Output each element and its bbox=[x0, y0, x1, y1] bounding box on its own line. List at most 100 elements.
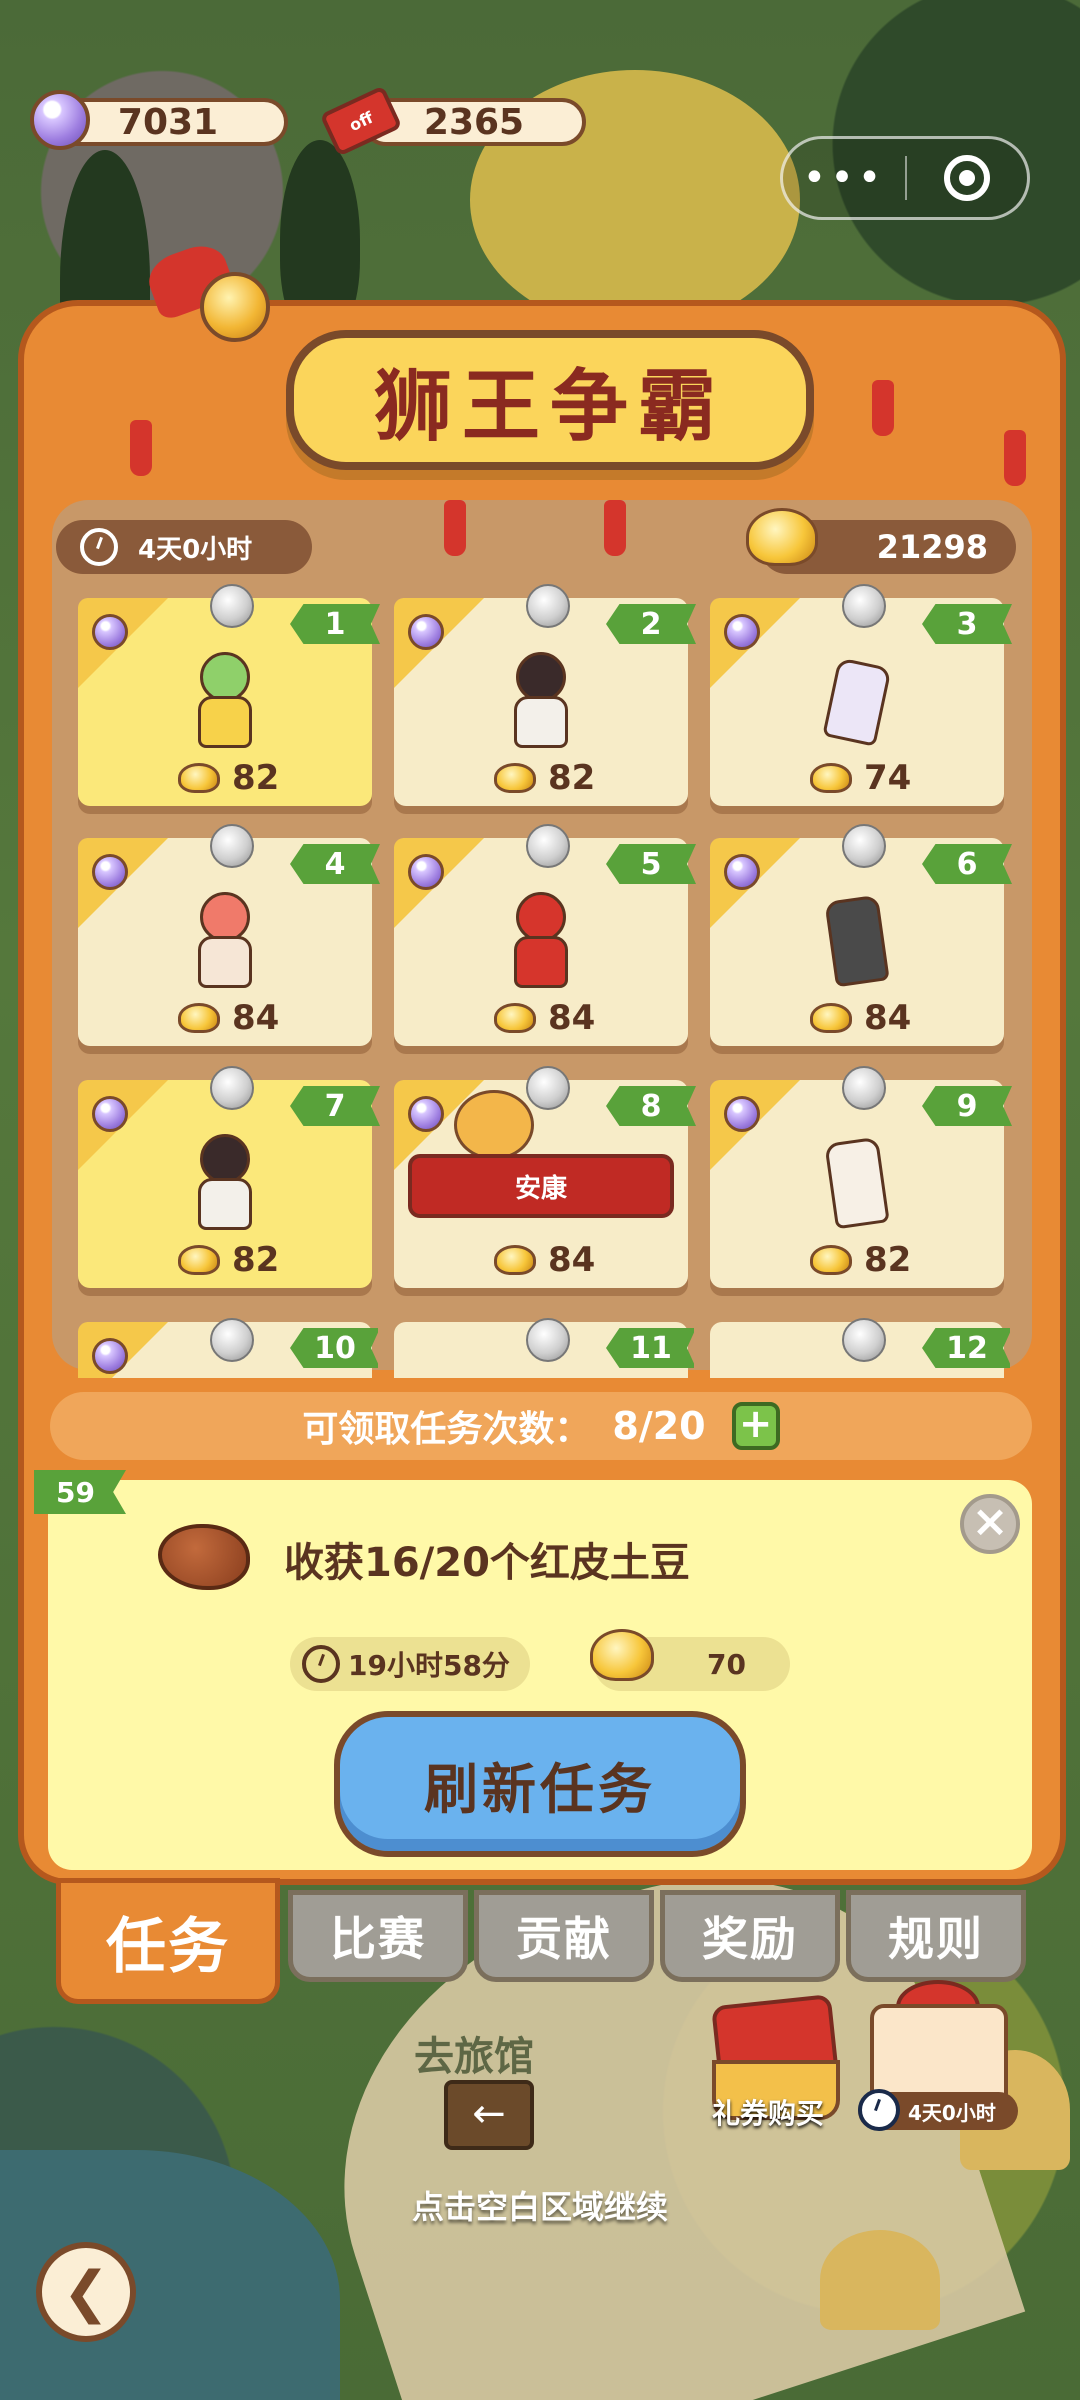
tab-rewards[interactable]: 奖励 bbox=[660, 1890, 840, 1982]
tab-rules[interactable]: 规则 bbox=[846, 1890, 1026, 1982]
tassel bbox=[604, 500, 626, 556]
card-reward-value: 82 bbox=[232, 758, 280, 798]
task-count-value: 8/20 bbox=[612, 1404, 706, 1448]
gold-bell-icon bbox=[590, 1629, 654, 1681]
gold-bell-icon bbox=[178, 1003, 220, 1033]
card-row-partial: 12 bbox=[710, 1318, 1010, 1378]
card-reward: 82 bbox=[178, 1240, 279, 1280]
card-reward: 74 bbox=[810, 758, 911, 798]
pearl-icon bbox=[92, 1096, 128, 1132]
card-number: 6 bbox=[922, 844, 1012, 884]
character-icon bbox=[180, 1134, 270, 1234]
task-card[interactable]: 4 84 bbox=[78, 824, 380, 1046]
close-program-button[interactable] bbox=[907, 155, 1027, 201]
card-reward: 84 bbox=[494, 1240, 595, 1280]
mini-program-capsule: ••• bbox=[780, 136, 1030, 220]
coupon-shop-button[interactable]: 礼券购买 bbox=[712, 2092, 824, 2132]
clock-icon bbox=[858, 2089, 900, 2131]
portrait-icon bbox=[812, 1134, 902, 1234]
gold-bell-icon bbox=[494, 1003, 536, 1033]
task-card-claimed[interactable]: 8 安康 84 bbox=[394, 1066, 696, 1288]
event-title: 狮王争霸 bbox=[373, 362, 726, 452]
add-task-count-button[interactable]: + bbox=[731, 1402, 780, 1450]
pin-icon bbox=[842, 1066, 886, 1110]
card-number: 12 bbox=[922, 1328, 1010, 1368]
task-card[interactable]: 10 bbox=[78, 1318, 378, 1378]
card-reward-value: 84 bbox=[548, 998, 596, 1038]
card-number: 8 bbox=[606, 1086, 696, 1126]
card-row-partial: 11 bbox=[394, 1318, 694, 1378]
card-reward: 84 bbox=[494, 998, 595, 1038]
task-card[interactable]: 12 bbox=[710, 1318, 1010, 1378]
task-card[interactable]: 9 82 bbox=[710, 1066, 1012, 1288]
coupon-count: 2365 bbox=[423, 101, 525, 143]
event-title-plate: 狮王争霸 bbox=[286, 330, 814, 470]
card-reward-value: 82 bbox=[864, 1240, 912, 1280]
task-count-label: 可领取任务次数： bbox=[302, 1409, 591, 1450]
event-time-left: 4天0小时 bbox=[138, 534, 253, 565]
event-timer: 4天0小时 bbox=[56, 520, 312, 574]
pearl-icon bbox=[30, 90, 90, 150]
pearl-count: 7031 bbox=[117, 101, 219, 143]
gold-bell-icon bbox=[494, 763, 536, 793]
character-icon bbox=[496, 892, 586, 992]
card-number: 9 bbox=[922, 1086, 1012, 1126]
gold-bell-icon bbox=[178, 763, 220, 793]
task-card[interactable]: 5 84 bbox=[394, 824, 696, 1046]
pin-icon bbox=[210, 584, 254, 628]
character-icon bbox=[496, 652, 586, 752]
cat-icon bbox=[454, 1090, 534, 1160]
refresh-task-button[interactable]: 刷新任务 bbox=[334, 1711, 746, 1857]
task-card[interactable]: 2 82 bbox=[394, 584, 696, 806]
task-card[interactable]: 3 74 bbox=[710, 584, 1012, 806]
card-reward: 82 bbox=[178, 758, 279, 798]
pearl-icon bbox=[408, 854, 444, 890]
task-description: 收获16/20个红皮土豆 bbox=[284, 1540, 690, 1586]
card-number: 5 bbox=[606, 844, 696, 884]
clock-icon bbox=[80, 528, 118, 566]
card-number: 7 bbox=[290, 1086, 380, 1126]
tassel bbox=[444, 500, 466, 556]
gold-bell-icon bbox=[178, 1245, 220, 1275]
card-number: 11 bbox=[606, 1328, 694, 1368]
card-number: 3 bbox=[922, 604, 1012, 644]
gold-bell-icon bbox=[746, 508, 818, 566]
pin-icon bbox=[526, 1066, 570, 1110]
task-card[interactable]: 7 82 bbox=[78, 1066, 380, 1288]
pin-icon bbox=[526, 1318, 570, 1362]
task-time-left: 19小时58分 bbox=[290, 1637, 530, 1691]
task-card[interactable]: 6 84 bbox=[710, 824, 1012, 1046]
pearl-icon bbox=[724, 1096, 760, 1132]
document-icon bbox=[812, 652, 902, 752]
pin-icon bbox=[526, 824, 570, 868]
event-score-value: 21298 bbox=[876, 528, 988, 566]
gold-bell-icon bbox=[810, 1245, 852, 1275]
abandon-task-button[interactable]: × bbox=[960, 1494, 1020, 1554]
gold-bell-icon bbox=[810, 1003, 852, 1033]
back-button[interactable]: ❮ bbox=[36, 2242, 136, 2342]
pin-icon bbox=[210, 1066, 254, 1110]
card-reward-value: 82 bbox=[548, 758, 596, 798]
tab-contribution[interactable]: 贡献 bbox=[474, 1890, 654, 1982]
inn-signpost[interactable]: ← bbox=[444, 2080, 534, 2150]
pin-icon bbox=[210, 824, 254, 868]
bell-icon bbox=[200, 272, 270, 342]
task-level-badge: 59 bbox=[34, 1470, 126, 1514]
haystack bbox=[820, 2230, 940, 2330]
card-number: 10 bbox=[290, 1328, 378, 1368]
character-icon bbox=[180, 892, 270, 992]
go-to-inn-label[interactable]: 去旅馆 bbox=[414, 2024, 534, 2082]
pin-icon bbox=[842, 584, 886, 628]
card-reward: 82 bbox=[810, 1240, 911, 1280]
task-card[interactable]: 11 bbox=[394, 1318, 694, 1378]
character-icon bbox=[180, 652, 270, 752]
card-reward: 82 bbox=[494, 758, 595, 798]
card-reward-value: 82 bbox=[232, 1240, 280, 1280]
more-button[interactable]: ••• bbox=[783, 136, 905, 220]
tab-tasks[interactable]: 任务 bbox=[56, 1878, 280, 2004]
pearl-icon bbox=[92, 1338, 128, 1374]
tab-contest[interactable]: 比赛 bbox=[288, 1890, 468, 1982]
pin-icon bbox=[526, 584, 570, 628]
pearl-icon bbox=[92, 614, 128, 650]
task-card[interactable]: 1 82 bbox=[78, 584, 380, 806]
